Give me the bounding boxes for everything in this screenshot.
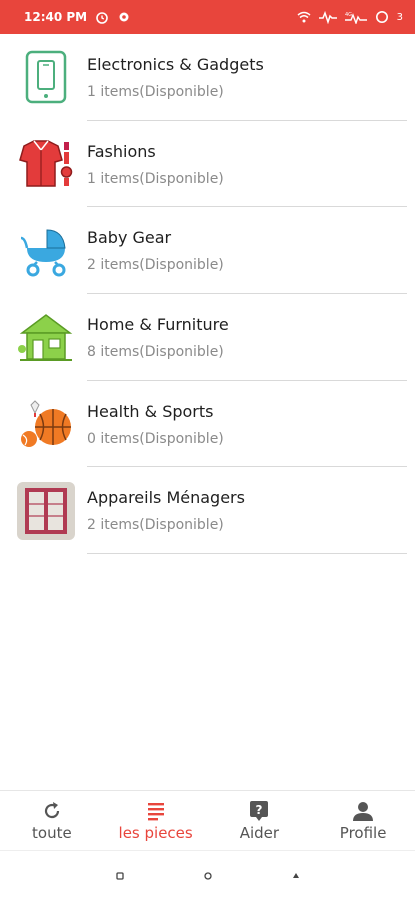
wifi-icon [297, 11, 311, 23]
nav-profile[interactable]: Profile [311, 791, 415, 850]
nav-toute[interactable]: toute [0, 791, 104, 850]
basketball-icon [17, 395, 75, 453]
signal-activity-icon: 4G [344, 12, 367, 24]
settings-icon [119, 12, 129, 22]
svg-text:4G: 4G [345, 12, 352, 18]
category-name: Electronics & Gadgets [87, 55, 264, 74]
list-icon [147, 802, 164, 820]
category-list: Electronics & Gadgets 1 items(Disponible… [0, 34, 415, 555]
recents-icon [115, 871, 124, 880]
status-time: 12:40 PM [24, 10, 88, 24]
category-row-electronics[interactable]: Electronics & Gadgets 1 items(Disponible… [0, 34, 415, 121]
tablet-icon [17, 48, 75, 106]
person-icon [353, 801, 374, 821]
category-row-fashions[interactable]: Fashions 1 items(Disponible) [0, 121, 415, 208]
activity-icon [318, 10, 337, 24]
battery-text: 3 [396, 11, 403, 23]
stroller-icon [17, 222, 75, 280]
category-name: Baby Gear [87, 228, 172, 248]
nav-aider[interactable]: ? Aider [208, 791, 312, 850]
category-row-appareils-menagers[interactable]: Appareils Ménagers 2 items(Disponible) [0, 467, 415, 555]
category-name: Fashions [87, 141, 156, 161]
home-icon [203, 871, 212, 880]
wardrobe-photo [17, 481, 75, 540]
status-bar: 12:40 PM 4G 3 [0, 0, 415, 34]
svg-text:?: ? [256, 803, 263, 817]
category-row-baby-gear[interactable]: Baby Gear 2 items(Disponible) [0, 207, 415, 295]
back-icon [292, 872, 299, 878]
divider [87, 553, 407, 555]
category-count: 0 items(Disponible) [87, 430, 224, 447]
back-button[interactable] [291, 871, 301, 881]
home-button[interactable] [203, 871, 213, 881]
house-icon [17, 308, 75, 366]
category-row-home-furniture[interactable]: Home & Furniture 8 items(Disponible) [0, 294, 415, 381]
category-count: 2 items(Disponible) [87, 257, 224, 274]
help-icon: ? [250, 800, 269, 821]
refresh-icon [44, 801, 59, 818]
nav-label: Aider [239, 823, 280, 842]
system-navigation-bar [0, 850, 415, 900]
category-name: Home & Furniture [87, 315, 229, 335]
category-count: 2 items(Disponible) [87, 517, 224, 534]
category-count: 1 items(Disponible) [87, 170, 224, 187]
category-count: 8 items(Disponible) [87, 344, 224, 361]
nav-label: toute [32, 823, 72, 842]
category-name: Appareils Ménagers [87, 488, 245, 508]
clothing-icon [17, 135, 75, 193]
nav-label: les pieces [118, 823, 193, 842]
bottom-navigation: toute les pieces ? Aider Profile [0, 790, 415, 850]
recents-button[interactable] [115, 871, 125, 881]
category-row-health-sports[interactable]: Health & Sports 0 items(Disponible) [0, 381, 415, 468]
category-name: Health & Sports [87, 401, 214, 421]
alarm-icon [96, 12, 108, 24]
nav-les-pieces[interactable]: les pieces [104, 791, 208, 850]
nav-label: Profile [339, 823, 387, 842]
category-count: 1 items(Disponible) [87, 84, 224, 100]
battery-saver-icon [375, 11, 388, 23]
